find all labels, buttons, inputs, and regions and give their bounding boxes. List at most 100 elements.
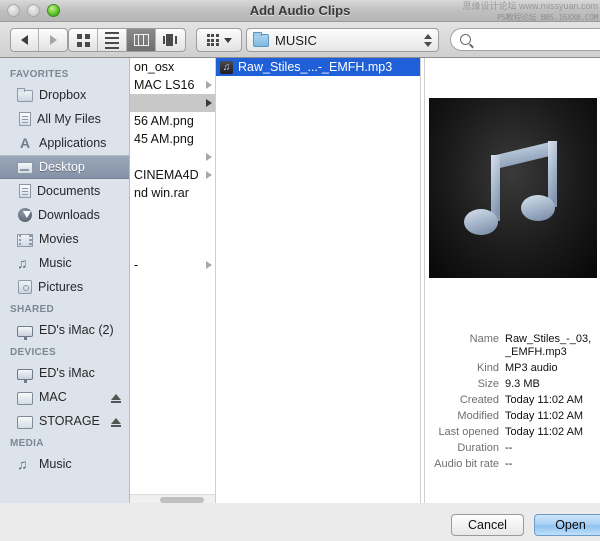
sidebar-item-label: Dropbox — [39, 88, 87, 102]
list-item[interactable]: ♫ Raw_Stiles_...-_EMFH.mp3 — [216, 58, 420, 76]
info-row-size: Size 9.3 MB — [477, 378, 540, 390]
sidebar-item-all-my-files[interactable]: All My Files — [0, 107, 129, 131]
sidebar-item-label: STORAGE — [39, 414, 100, 428]
arrange-grid-icon — [206, 34, 219, 46]
sidebar-item-documents[interactable]: Documents — [0, 179, 129, 203]
arrange-button[interactable] — [196, 28, 242, 52]
sidebar-item-applications[interactable]: A Applications — [0, 131, 129, 155]
sidebar-item-label: Documents — [37, 184, 101, 198]
sidebar-item-eds-imac-2[interactable]: ED's iMac (2) — [0, 318, 129, 342]
downloads-icon — [18, 208, 32, 222]
path-popup-button[interactable]: MUSIC — [246, 28, 439, 52]
imac-icon — [17, 368, 33, 383]
search-field[interactable] — [450, 28, 600, 51]
open-button[interactable]: Open — [534, 514, 600, 536]
info-row-name: Name Raw_Stiles_-_03, _EMFH.mp3 — [469, 333, 592, 358]
info-row-modified: Modified Today 11:02 AM — [457, 410, 584, 422]
chevron-right-icon — [206, 153, 212, 161]
list-item[interactable] — [130, 148, 215, 166]
horizontal-scrollbar[interactable] — [130, 494, 215, 503]
sidebar-item-storage[interactable]: STORAGE — [0, 409, 129, 433]
file-name: Raw_Stiles_...-_EMFH.mp3 — [238, 60, 393, 74]
applications-icon: A — [19, 134, 31, 151]
sidebar-item-media-music[interactable]: ♫ Music — [0, 452, 129, 476]
file-info-panel: Name Raw_Stiles_-_03, _EMFH.mp3 Kind MP3… — [425, 278, 600, 474]
list-item[interactable]: 56 AM.png — [130, 112, 215, 130]
list-item[interactable]: nd win.rar — [130, 184, 215, 202]
browser-column-one[interactable]: on_osx MAC LS16 56 AM.png 45 AM.png CINE… — [130, 58, 216, 503]
title-bar: Add Audio Clips 思缘设计论坛 www.missyuan.com … — [0, 0, 600, 22]
sidebar-section-favorites: FAVORITES — [10, 69, 69, 80]
preview-pane: Name Raw_Stiles_-_03, _EMFH.mp3 Kind MP3… — [425, 58, 600, 503]
list-item[interactable]: on_osx — [130, 58, 215, 76]
browser-column-two[interactable]: ♫ Raw_Stiles_...-_EMFH.mp3 — [216, 58, 421, 503]
movies-icon — [17, 233, 33, 247]
coverflow-icon — [162, 34, 179, 46]
list-item[interactable] — [130, 202, 215, 220]
sidebar-item-label: All My Files — [37, 112, 101, 126]
sidebar-item-mac[interactable]: MAC — [0, 385, 129, 409]
list-item[interactable]: - — [130, 256, 215, 274]
sidebar[interactable]: FAVORITES Dropbox All My Files A Applica… — [0, 58, 130, 503]
sidebar-item-eds-imac[interactable]: ED's iMac — [0, 361, 129, 385]
sidebar-item-music[interactable]: ♫ Music — [0, 251, 129, 275]
sidebar-item-pictures[interactable]: Pictures — [0, 275, 129, 299]
up-down-stepper-icon — [424, 33, 432, 47]
mp3-file-icon: ♫ — [220, 60, 233, 74]
info-row-last-opened: Last opened Today 11:02 AM — [438, 426, 584, 438]
list-item[interactable] — [130, 94, 215, 112]
column-view-button[interactable] — [127, 29, 156, 51]
sidebar-section-shared: SHARED — [10, 304, 55, 315]
imac-icon — [17, 325, 33, 340]
eject-icon[interactable] — [111, 394, 121, 403]
desktop-icon — [17, 162, 33, 174]
content-area: FAVORITES Dropbox All My Files A Applica… — [0, 58, 600, 503]
list-item[interactable]: 45 AM.png — [130, 130, 215, 148]
sidebar-item-label: Movies — [39, 232, 79, 246]
documents-icon — [19, 184, 31, 198]
info-row-duration: Duration -- — [457, 442, 513, 454]
music-note-icon: ♫ — [17, 254, 28, 271]
list-view-button[interactable] — [98, 29, 127, 51]
path-popup-label: MUSIC — [275, 32, 317, 48]
search-icon — [460, 34, 471, 45]
sidebar-item-label: Music — [39, 256, 72, 270]
window-title: Add Audio Clips — [249, 3, 351, 18]
toolbar: MUSIC — [0, 22, 600, 58]
sidebar-item-label: Applications — [39, 136, 107, 150]
chevron-right-icon — [206, 99, 212, 107]
sidebar-section-devices: DEVICES — [10, 347, 57, 358]
folder-icon — [17, 88, 33, 102]
sidebar-item-dropbox[interactable]: Dropbox — [0, 83, 129, 107]
album-artwork — [428, 98, 597, 278]
icon-view-button[interactable] — [69, 29, 98, 51]
sidebar-section-media: MEDIA — [10, 438, 44, 449]
browser-column-three[interactable] — [421, 58, 425, 503]
list-icon — [105, 31, 119, 49]
search-input[interactable] — [476, 32, 600, 47]
add-audio-clips-dialog: Add Audio Clips 思缘设计论坛 www.missyuan.com … — [0, 0, 600, 541]
harddisk-icon — [17, 391, 33, 405]
info-row-audio-bit-rate: Audio bit rate -- — [434, 458, 513, 470]
info-row-kind: Kind MP3 audio — [476, 362, 558, 374]
dialog-footer: Cancel Open — [0, 503, 600, 541]
list-item[interactable] — [130, 220, 215, 238]
back-button[interactable] — [11, 29, 39, 51]
list-item[interactable] — [130, 238, 215, 256]
coverflow-view-button[interactable] — [156, 29, 185, 51]
list-item[interactable]: MAC LS16 — [130, 76, 215, 94]
forward-button[interactable] — [39, 29, 67, 51]
music-note-icon: ♫ — [17, 455, 28, 472]
sidebar-item-movies[interactable]: Movies — [0, 227, 129, 251]
sidebar-item-downloads[interactable]: Downloads — [0, 203, 129, 227]
chevron-right-icon — [206, 171, 212, 179]
sidebar-item-label: Downloads — [38, 208, 100, 222]
view-mode-buttons — [68, 28, 186, 52]
grid-icon — [76, 33, 90, 47]
eject-icon[interactable] — [111, 418, 121, 427]
sidebar-item-label: ED's iMac — [39, 366, 95, 380]
cancel-button[interactable]: Cancel — [451, 514, 524, 536]
sidebar-item-desktop[interactable]: Desktop — [0, 155, 129, 179]
harddisk-icon — [17, 415, 33, 429]
list-item[interactable]: CINEMA4D — [130, 166, 215, 184]
